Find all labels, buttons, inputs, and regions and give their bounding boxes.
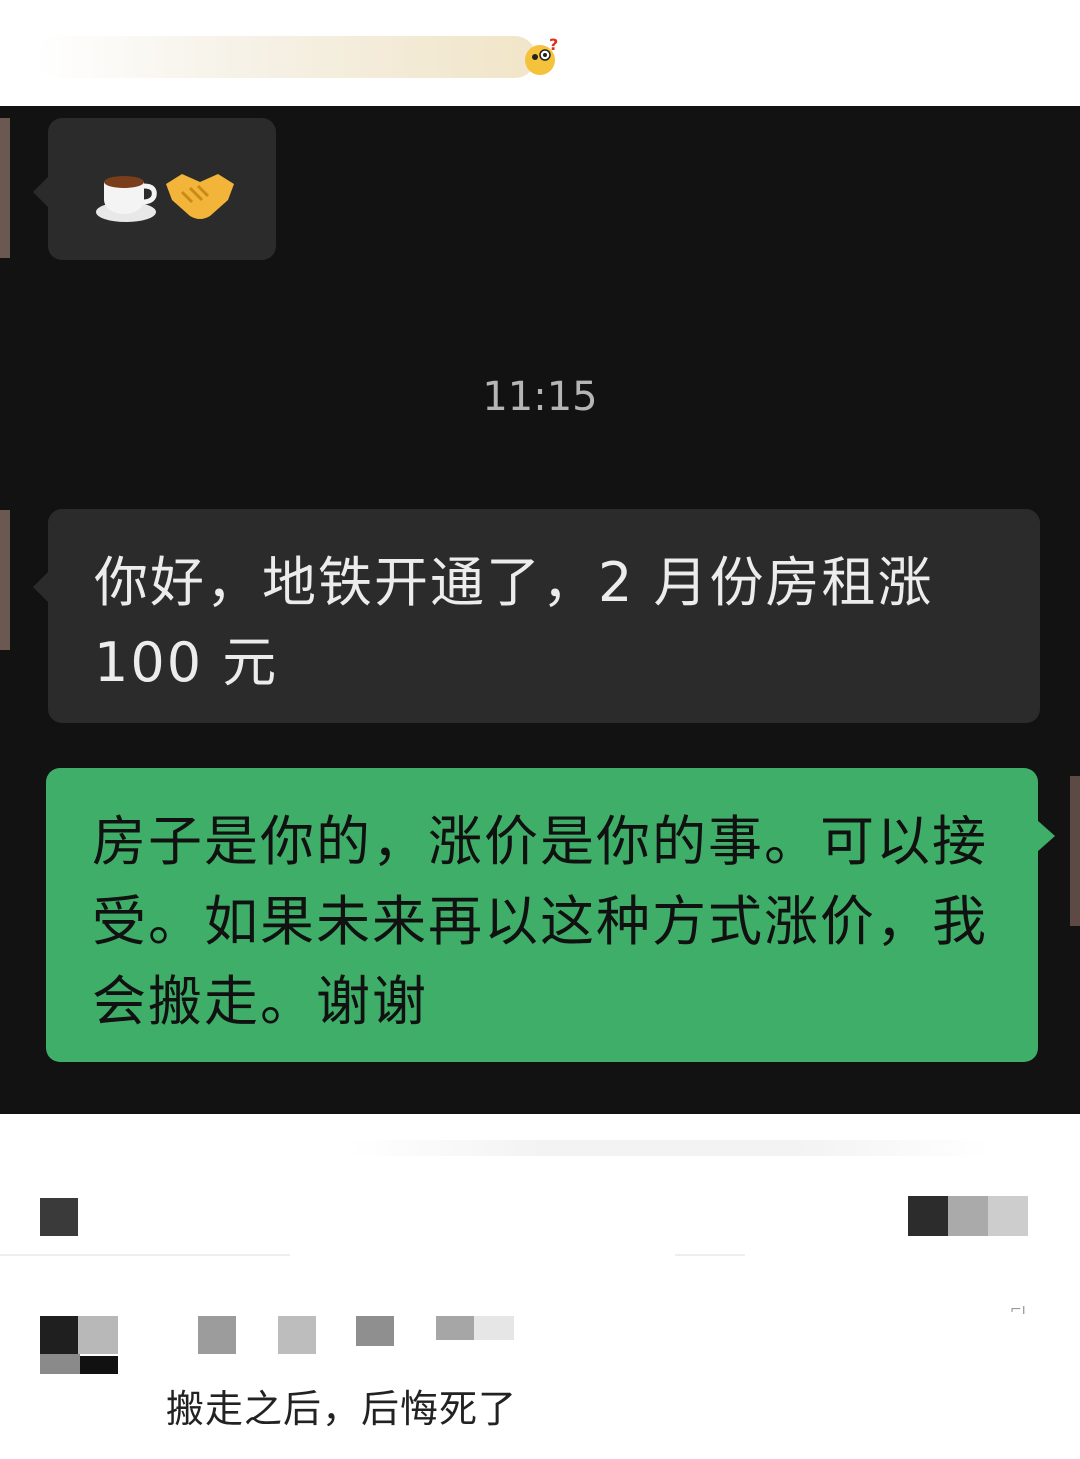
commenter-name — [356, 1316, 394, 1346]
pixelated-icon[interactable] — [948, 1196, 988, 1236]
message-timestamp: 11:15 — [482, 374, 598, 420]
sender-avatar — [0, 510, 10, 650]
chat-screenshot: 11:15 你好，地铁开通了，2 月份房租涨 100 元 房子是你的，涨价是你的… — [0, 106, 1080, 1114]
divider — [0, 1254, 290, 1256]
pixelated-icon[interactable] — [908, 1196, 948, 1236]
commenter-name — [278, 1316, 316, 1354]
coffee-cup-icon — [96, 176, 157, 222]
commenter-name — [474, 1316, 514, 1340]
divider — [675, 1254, 745, 1256]
commenter-name — [198, 1316, 236, 1354]
outgoing-message-bubble: 房子是你的，涨价是你的事。可以接受。如果未来再以这种方式涨价，我会搬走。谢谢 — [46, 768, 1055, 1062]
blurred-divider — [350, 1140, 990, 1156]
pixelated-icon — [40, 1198, 78, 1236]
sender-avatar — [0, 118, 10, 258]
commenter-avatar[interactable] — [40, 1316, 78, 1354]
commenter-avatar[interactable] — [78, 1316, 118, 1354]
bubble-tail — [33, 176, 49, 208]
blurred-title — [36, 36, 536, 78]
handshake-icon — [166, 174, 234, 219]
svg-text:?: ? — [549, 36, 558, 54]
commenter-name — [436, 1316, 474, 1340]
comment-text: 搬走之后，后悔死了 — [166, 1387, 518, 1431]
user-avatar — [1070, 776, 1080, 926]
incoming-message-bubble: 你好，地铁开通了，2 月份房租涨 100 元 — [33, 509, 1040, 723]
post-footer — [0, 1114, 1080, 1459]
incoming-message-text: 你好，地铁开通了，2 月份房租涨 100 元 — [94, 551, 934, 694]
pixelated-icon[interactable] — [988, 1196, 1028, 1236]
commenter-avatar[interactable] — [80, 1356, 118, 1374]
outgoing-message-text: 房子是你的，涨价是你的事。可以接受。如果未来再以这种方式涨价，我会搬走。谢谢 — [92, 810, 988, 1033]
emoji-message-bubble — [33, 118, 276, 260]
thinking-face-icon: ? — [525, 36, 558, 75]
faint-mark: ⌐ı — [1010, 1302, 1026, 1318]
commenter-avatar[interactable] — [40, 1354, 80, 1374]
bubble-tail — [1037, 820, 1055, 852]
bubble-tail — [33, 571, 49, 603]
